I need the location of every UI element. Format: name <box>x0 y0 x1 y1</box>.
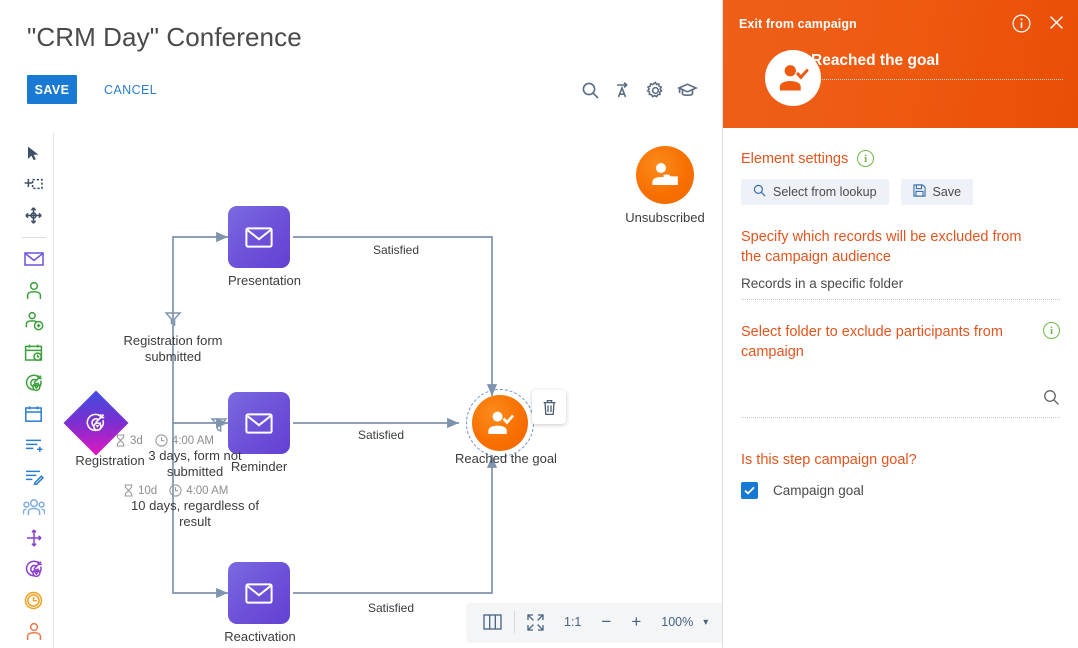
campaign-goal-label: Campaign goal <box>773 483 864 498</box>
save-button[interactable]: SAVE <box>27 75 77 104</box>
list-edit-icon[interactable] <box>18 462 50 491</box>
save-element-button[interactable]: Save <box>900 179 974 205</box>
exclude-records-field[interactable]: Records in a specific folder <box>741 276 1060 300</box>
flow-connectors <box>164 231 498 599</box>
add-selection-icon[interactable] <box>18 170 50 199</box>
timer-chip-3d: 3d 4:00 AM <box>115 434 214 447</box>
exclude-records-value: Records in a specific folder <box>741 276 904 291</box>
select-folder-field[interactable] <box>741 388 1060 418</box>
palette-divider <box>21 237 46 238</box>
timer-caption-2: 10 days, regardless of result <box>131 498 259 529</box>
cursor-icon[interactable] <box>18 139 50 168</box>
chevron-down-icon[interactable]: ▾ <box>703 603 718 641</box>
edge-label-satisfied-top: Satisfied <box>373 243 420 257</box>
email-icon[interactable] <box>18 245 50 274</box>
select-from-lookup-label: Select from lookup <box>773 185 877 199</box>
cancel-button[interactable]: CANCEL <box>98 75 163 104</box>
layout-panel-icon[interactable] <box>473 603 512 641</box>
element-settings-label: Element settings <box>741 150 849 167</box>
delete-node-button[interactable] <box>532 390 566 424</box>
zoom-toolbar: 1:1 − + 100% ▾ <box>467 603 725 641</box>
main-area: "CRM Day" Conference SAVE CANCEL Present… <box>0 0 725 648</box>
timer-time-1: 4:00 AM <box>171 434 214 447</box>
select-folder-question-row: Select folder to exclude participants fr… <box>741 322 1060 362</box>
step-name-field[interactable]: Reached the goal <box>811 52 1063 80</box>
timer-days-2: 10d <box>138 484 158 497</box>
panel-header-title: Exit from campaign <box>739 17 857 31</box>
node-presentation[interactable] <box>228 206 290 268</box>
edge-label-registration-form-submitted: Registration form submitted <box>123 333 223 364</box>
timer-days-1: 3d <box>130 434 143 447</box>
split-flow-icon[interactable] <box>18 524 50 553</box>
zoom-in-button[interactable]: + <box>621 603 651 641</box>
timer-caption-1: 3 days, form not submitted <box>148 448 242 479</box>
text-translate-icon[interactable] <box>609 76 637 104</box>
campaign-goal-checkbox[interactable] <box>741 482 758 499</box>
search-icon <box>753 184 766 200</box>
element-settings-panel: Exit from campaign Reached the goal Elem… <box>722 0 1078 648</box>
calendar-blue-icon[interactable] <box>18 400 50 429</box>
person-add-icon[interactable] <box>18 307 50 336</box>
page-title: "CRM Day" Conference <box>27 22 302 52</box>
timer-time-2: 4:00 AM <box>186 484 229 497</box>
edge-label-satisfied-mid: Satisfied <box>358 428 405 442</box>
info-icon[interactable]: i <box>1043 322 1060 339</box>
graduation-cap-icon[interactable] <box>673 76 701 104</box>
zoom-out-button[interactable]: − <box>591 603 621 641</box>
list-add-icon[interactable] <box>18 431 50 460</box>
node-reactivation[interactable] <box>228 562 290 624</box>
info-icon[interactable]: i <box>857 150 875 167</box>
campaign-goal-row: Campaign goal <box>741 482 1060 499</box>
node-reminder[interactable] <box>228 392 290 454</box>
save-disk-icon <box>912 184 926 200</box>
person-orange-icon[interactable] <box>18 617 50 646</box>
element-settings-header: Element settings i <box>741 150 1060 167</box>
zoom-one-to-one-button[interactable]: 1:1 <box>554 603 591 641</box>
element-palette <box>14 133 54 648</box>
zoom-level-label[interactable]: 100% <box>651 603 703 641</box>
target-green-icon[interactable] <box>18 369 50 398</box>
pan-move-icon[interactable] <box>18 201 50 230</box>
campaign-designer-screen: "CRM Day" Conference SAVE CANCEL Present… <box>0 0 1078 648</box>
select-from-lookup-button[interactable]: Select from lookup <box>741 179 889 205</box>
save-element-label: Save <box>932 185 962 199</box>
gear-icon[interactable] <box>641 76 669 104</box>
edge-label-satisfied-bottom: Satisfied <box>368 601 415 615</box>
fit-to-screen-icon[interactable] <box>517 603 554 641</box>
search-icon[interactable] <box>576 76 604 104</box>
audience-group-icon[interactable] <box>18 493 50 522</box>
select-folder-question: Select folder to exclude participants fr… <box>741 324 1003 360</box>
target-dart-icon <box>84 411 108 435</box>
exclude-records-question: Specify which records will be excluded f… <box>741 229 1022 265</box>
panel-header: Exit from campaign Reached the goal <box>723 0 1078 128</box>
panel-body: Element settings i Select from lookup Sa… <box>723 150 1078 499</box>
calendar-green-icon[interactable] <box>18 338 50 367</box>
person-icon[interactable] <box>18 276 50 305</box>
clock-icon[interactable] <box>18 586 50 615</box>
close-icon[interactable] <box>1048 14 1065 36</box>
info-icon[interactable] <box>1012 14 1031 38</box>
campaign-canvas[interactable]: Presentation Reminder Reactivation Regis… <box>55 133 722 648</box>
zoom-divider <box>514 611 515 633</box>
settings-button-row: Select from lookup Save <box>741 179 1060 205</box>
campaign-goal-question: Is this step campaign goal? <box>741 452 917 468</box>
node-unsubscribed[interactable] <box>636 146 694 204</box>
timer-chip-10d: 10d 4:00 AM <box>123 484 228 497</box>
search-icon[interactable] <box>1043 389 1060 409</box>
node-reached-the-goal[interactable] <box>472 395 528 451</box>
target-purple-icon[interactable] <box>18 555 50 584</box>
